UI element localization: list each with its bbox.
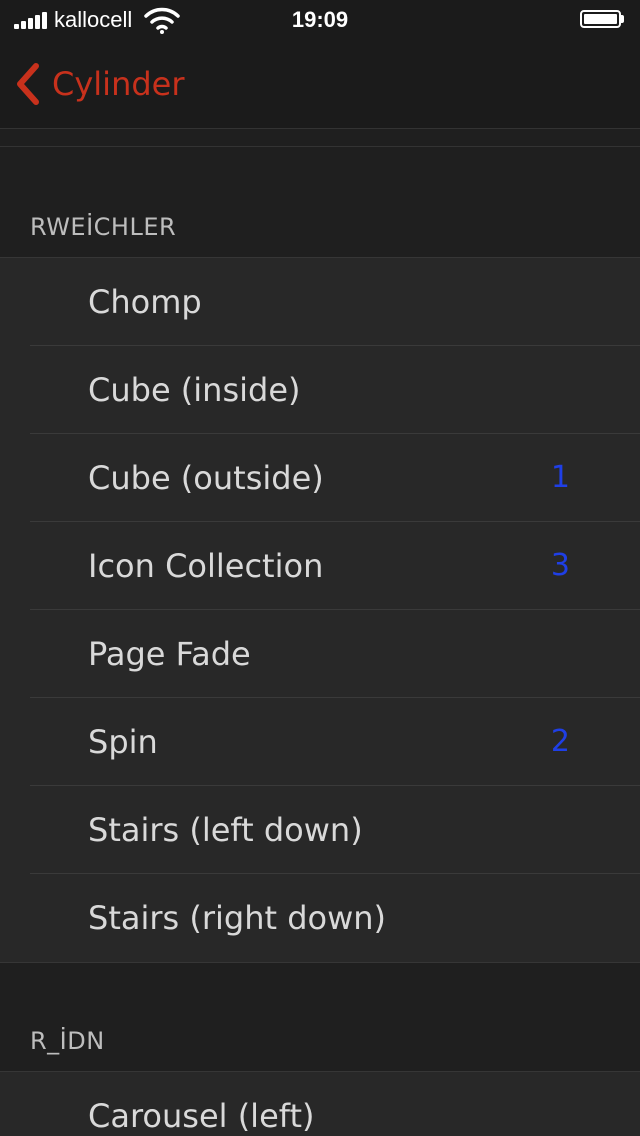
list-item[interactable]: Stairs (left down)	[0, 786, 640, 874]
back-button[interactable]: Cylinder	[12, 62, 185, 106]
back-button-label: Cylinder	[52, 65, 185, 103]
list-item[interactable]: Chomp	[0, 258, 640, 346]
list-item-badge: 1	[550, 460, 570, 495]
list-item[interactable]: Page Fade	[0, 610, 640, 698]
section-group: Carousel (left)	[0, 1071, 640, 1136]
section-header: R_İDN	[30, 1027, 105, 1055]
list-item[interactable]: Spin 2	[0, 698, 640, 786]
list-item[interactable]: Icon Collection 3	[0, 522, 640, 610]
divider	[0, 146, 640, 147]
battery-icon	[580, 10, 624, 30]
list-item-label: Carousel (left)	[88, 1097, 315, 1135]
list-item-label: Stairs (left down)	[88, 811, 363, 849]
clock: 19:09	[291, 7, 349, 32]
list-item[interactable]: Stairs (right down)	[0, 874, 640, 962]
navigation-bar: Cylinder	[0, 40, 640, 129]
list-item-label: Chomp	[88, 283, 202, 321]
list-item-label: Cube (inside)	[88, 371, 301, 409]
list-item-badge: 2	[550, 724, 570, 759]
settings-list[interactable]: RWEİCHLER Chomp Cube (inside) Cube (outs…	[0, 129, 640, 1136]
list-item-label: Cube (outside)	[88, 459, 324, 497]
list-item-label: Spin	[88, 723, 158, 761]
screen: kallocell 19:09 Cylinder RWEİCHLER Chomp…	[0, 0, 640, 1136]
list-item-label: Icon Collection	[88, 547, 324, 585]
list-item-label: Stairs (right down)	[88, 899, 387, 937]
section-group: Chomp Cube (inside) Cube (outside) 1 Ico…	[0, 257, 640, 963]
status-bar: kallocell 19:09	[0, 0, 640, 40]
section-header: RWEİCHLER	[30, 213, 177, 241]
chevron-left-icon	[17, 63, 39, 105]
list-item-label: Page Fade	[88, 635, 251, 673]
list-item-badge: 3	[550, 548, 570, 583]
list-item[interactable]: Cube (outside) 1	[0, 434, 640, 522]
list-item[interactable]: Cube (inside)	[0, 346, 640, 434]
list-item[interactable]: Carousel (left)	[0, 1072, 640, 1136]
